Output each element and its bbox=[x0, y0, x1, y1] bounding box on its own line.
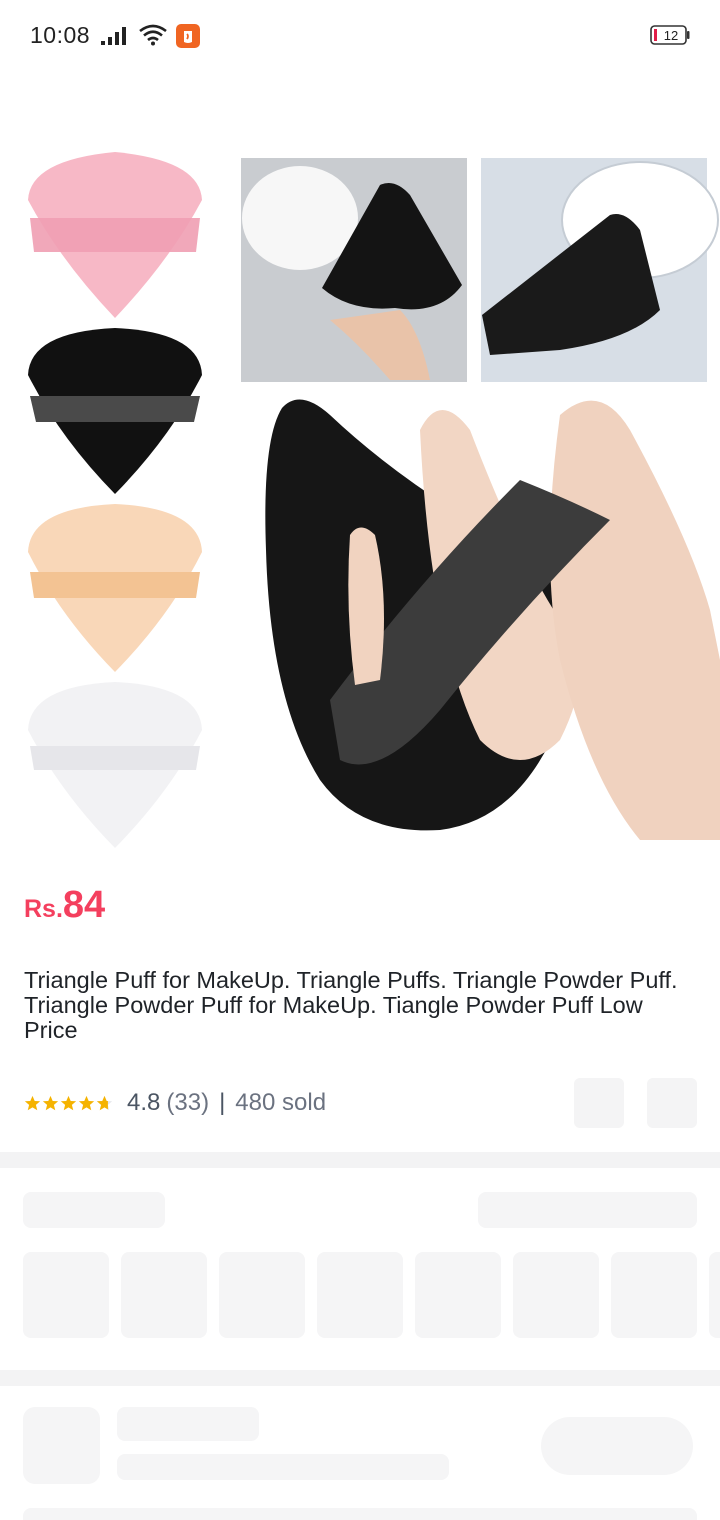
status-time: 10:08 bbox=[30, 22, 91, 48]
app-notification-icon bbox=[176, 24, 200, 48]
rating-separator: | bbox=[219, 1089, 226, 1116]
product-photo bbox=[28, 152, 720, 848]
skeleton-thumbnail bbox=[317, 1252, 403, 1338]
peach-puff-swatch bbox=[28, 504, 202, 672]
skeleton-label bbox=[117, 1407, 259, 1441]
section-divider bbox=[0, 1370, 720, 1386]
skeleton-thumbnail bbox=[513, 1252, 599, 1338]
star-icon bbox=[42, 1095, 59, 1110]
skeleton-button bbox=[541, 1417, 693, 1475]
star-icon bbox=[60, 1095, 77, 1110]
usage-photo-1 bbox=[241, 158, 467, 382]
price-currency: Rs. bbox=[24, 895, 63, 923]
sold-count: 480 sold bbox=[235, 1089, 327, 1116]
skeleton-thumbnail bbox=[23, 1252, 109, 1338]
skeleton-avatar bbox=[23, 1407, 100, 1484]
pink-puff-swatch bbox=[28, 152, 202, 318]
product-image[interactable] bbox=[0, 140, 720, 860]
status-bar: 10:08 12 bbox=[0, 0, 720, 72]
skeleton-label bbox=[478, 1192, 697, 1228]
share-button-placeholder[interactable] bbox=[647, 1078, 697, 1128]
skeleton-thumbnail bbox=[611, 1252, 697, 1338]
skeleton-label bbox=[117, 1454, 449, 1480]
rating-stars bbox=[24, 1095, 113, 1112]
product-title: Triangle Puff for MakeUp. Triangle Puffs… bbox=[24, 967, 678, 1043]
battery-level: 12 bbox=[664, 28, 678, 43]
black-puff-swatch bbox=[28, 328, 202, 494]
product-price: Rs.84 bbox=[24, 884, 105, 927]
rating-value: 4.8 bbox=[127, 1089, 161, 1116]
usage-photo-2 bbox=[481, 158, 719, 382]
star-icon bbox=[78, 1095, 95, 1110]
skeleton-thumbnail bbox=[121, 1252, 207, 1338]
white-puff-swatch bbox=[28, 682, 202, 848]
large-puff-photo bbox=[265, 399, 720, 840]
skeleton-block bbox=[23, 1508, 697, 1520]
star-half-icon bbox=[96, 1095, 113, 1110]
section-divider bbox=[0, 1152, 720, 1168]
star-icon bbox=[24, 1095, 41, 1110]
skeleton-thumbnail bbox=[709, 1252, 720, 1338]
rating-row[interactable]: 4.8 (33) | 480 sold bbox=[24, 1086, 326, 1120]
signal-icon bbox=[101, 27, 126, 45]
review-count[interactable]: (33) bbox=[166, 1089, 209, 1117]
price-value: 84 bbox=[62, 884, 106, 926]
skeleton-thumbnail bbox=[219, 1252, 305, 1338]
skeleton-thumbnail bbox=[415, 1252, 501, 1338]
wishlist-button-placeholder[interactable] bbox=[574, 1078, 624, 1128]
battery-icon: 12 bbox=[650, 25, 690, 45]
skeleton-label bbox=[23, 1192, 165, 1228]
wifi-icon bbox=[139, 24, 167, 46]
